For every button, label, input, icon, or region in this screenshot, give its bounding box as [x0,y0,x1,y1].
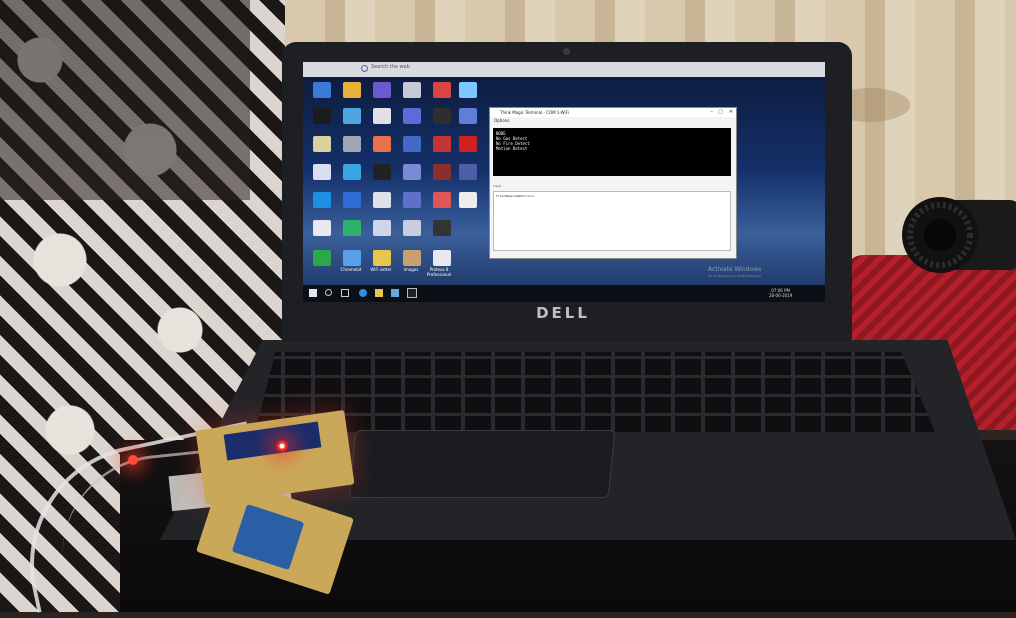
desktop-icon-grid [309,80,479,280]
desktop-icon[interactable] [403,250,421,266]
search-input[interactable]: Search the web [371,64,410,70]
input-label: Input [493,184,501,188]
desktop-icon[interactable] [373,82,391,98]
dark-shelf [0,0,250,200]
start-icon[interactable] [309,289,317,297]
desktop-icon[interactable] [433,220,451,236]
desktop-icon[interactable] [373,250,391,266]
icon-label: WiFi setter [370,267,392,272]
desktop-icon[interactable] [343,250,361,266]
icon-label: Proteus 8 Professional [426,267,452,277]
desktop-icon[interactable] [459,164,477,180]
touchpad [348,430,616,498]
search-icon [361,65,368,72]
brand-logo: DELL [536,304,590,322]
desktop-icon[interactable] [403,136,421,152]
terminal-output: NODE No Gas Detect No Fire Detect Motion… [493,128,731,176]
desktop-icon[interactable] [373,136,391,152]
taskbar [303,285,825,302]
edge-icon[interactable] [359,289,367,297]
clock: 07:06 PM 28-06-2019 [769,288,792,298]
red-led [276,440,288,452]
terminal-input[interactable]: Fire=0&Gas=0&Motion=1 [493,191,731,251]
desktop-icon[interactable] [459,192,477,208]
desktop-icon[interactable] [313,108,331,124]
activate-windows-subtitle: Go to Settings to activate Windows. [708,274,762,278]
indicator-led [128,455,138,465]
desktop-icon[interactable] [433,108,451,124]
desktop-icon[interactable] [343,164,361,180]
close-icon[interactable]: ✕ [729,109,733,115]
desktop-icon[interactable] [343,192,361,208]
icon-label: Chromebit [340,267,362,272]
explorer-icon[interactable] [375,289,383,297]
minimize-icon[interactable]: – [711,109,714,115]
webcam [563,48,570,55]
serial-terminal-window[interactable]: Think Magic Terminal - COM 1-WiFi ✕ ▢ – … [489,107,737,259]
desktop-icon[interactable] [373,164,391,180]
desktop-icon[interactable] [313,82,331,98]
desktop-icon[interactable] [373,108,391,124]
output-line: Motion Detect [496,146,528,151]
desktop-icon[interactable] [459,82,477,98]
search-icon[interactable] [325,289,332,296]
desktop-icon[interactable] [433,136,451,152]
desktop-icon[interactable] [433,82,451,98]
desktop-icon[interactable] [313,220,331,236]
desktop-icon[interactable] [313,192,331,208]
laptop-screen: Search the web Chromebit WiFi setter Ima… [303,62,825,302]
desktop-icon[interactable] [403,220,421,236]
keyboard-rows [255,352,935,432]
desktop-icon[interactable] [313,250,331,266]
app-icon[interactable] [391,289,399,297]
desktop-icon[interactable] [403,164,421,180]
desktop-icon[interactable] [459,136,477,152]
options-menu[interactable]: Options [490,117,736,124]
desktop-icon[interactable] [403,82,421,98]
task-view-icon[interactable] [341,289,349,297]
search-bar[interactable]: Search the web [303,62,825,77]
maximize-icon[interactable]: ▢ [718,109,723,115]
desktop-icon[interactable] [373,192,391,208]
desktop-icon[interactable] [343,220,361,236]
desktop-icon[interactable] [343,108,361,124]
desktop-icon[interactable] [313,164,331,180]
desktop-icon[interactable] [313,136,331,152]
camera-lens [902,197,1016,273]
icon-label: Images [403,267,419,272]
desktop-icon[interactable] [403,192,421,208]
desktop-icon[interactable] [343,82,361,98]
clock-date: 28-06-2019 [769,293,793,298]
activate-windows-title: Activate Windows [708,266,762,273]
desktop-icon[interactable] [373,220,391,236]
desktop-icon[interactable] [433,192,451,208]
desktop-icon[interactable] [459,108,477,124]
desktop-icon[interactable] [433,164,451,180]
desktop-icon[interactable] [343,136,361,152]
desktop-icon[interactable] [433,250,451,266]
window-title: Think Magic Terminal - COM 1-WiFi [490,108,736,117]
terminal-task-icon[interactable] [407,288,417,298]
desktop-icon[interactable] [403,108,421,124]
